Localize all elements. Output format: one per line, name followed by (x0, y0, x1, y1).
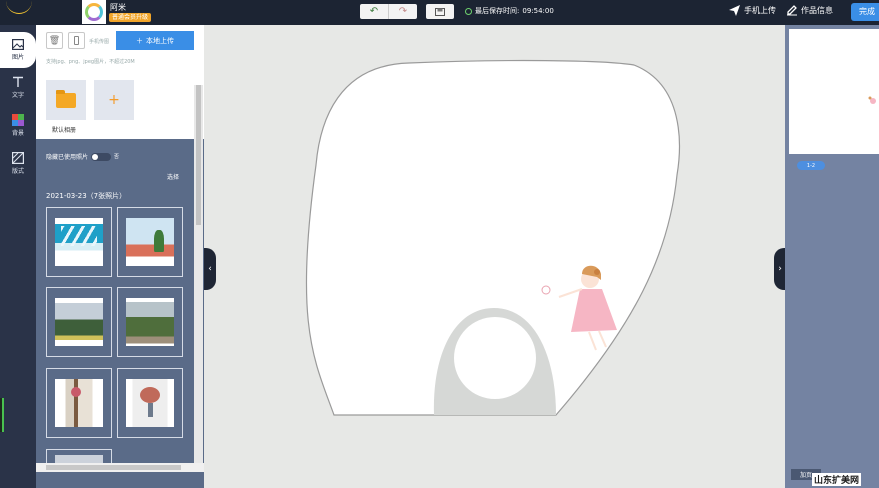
clock-icon (465, 7, 472, 15)
photo-image (126, 298, 174, 346)
vip-badge[interactable]: 普通会员升级 (109, 13, 152, 22)
work-info-button[interactable]: 作品信息 (786, 4, 833, 16)
photo-panel: 🗑 手机传图 ＋本地上传 支持jpg、png、jpeg图片，不超过20M 默认相… (36, 25, 204, 488)
hide-used-toggle[interactable] (91, 152, 112, 161)
default-folder[interactable] (46, 80, 86, 120)
toggle-state-label: 否 (114, 154, 120, 160)
autosave-time: 09:54:00 (522, 7, 554, 15)
watermark: 山东扩美网 (812, 473, 862, 486)
page-badge: 1-2 (797, 161, 825, 170)
work-info-label: 作品信息 (801, 5, 833, 15)
avatar[interactable] (82, 0, 106, 24)
image-icon (12, 38, 24, 50)
layout-icon (12, 152, 24, 164)
pages-panel: 1-2 加页 (785, 25, 879, 488)
redo-icon: ↷ (398, 6, 408, 17)
local-upload-label: 本地上传 (146, 36, 174, 45)
hide-used-row: 隐藏已使用照片 否 (46, 152, 119, 161)
photo-thumb[interactable] (46, 368, 112, 438)
panel-scroll-thumb[interactable] (196, 85, 201, 225)
photo-image (55, 379, 103, 427)
photo-thumb[interactable] (117, 368, 183, 438)
chevron-right-icon: › (778, 264, 782, 274)
tool-image-label: 图片 (11, 54, 24, 61)
palette-icon (12, 114, 24, 126)
top-bar: 阿米 普通会员升级 ↶ ↷ 最后保存时间: 09:54:00 手机上传 作品信息… (0, 0, 879, 25)
status-indicator (0, 398, 4, 432)
fan-design[interactable] (204, 25, 785, 488)
photo-image (126, 379, 174, 427)
photo-thumb[interactable] (117, 207, 183, 277)
paper-plane-icon (729, 5, 740, 16)
folder-icon (56, 89, 76, 108)
undo-icon: ↶ (369, 6, 379, 17)
add-folder-button[interactable]: + (94, 80, 134, 120)
delete-button[interactable]: 🗑 (46, 32, 63, 49)
tool-text-label: 文字 (11, 92, 24, 99)
plus-icon: ＋ (136, 36, 143, 45)
save-button[interactable] (426, 4, 454, 19)
photo-image (55, 298, 103, 346)
tool-layout-label: 版式 (11, 168, 24, 175)
photo-image (55, 455, 103, 463)
default-folder-label: 默认相册 (52, 127, 77, 134)
photo-image (126, 218, 174, 266)
autosave-status: 最后保存时间: 09:54:00 (465, 6, 554, 16)
tool-image[interactable]: 图片 (0, 32, 36, 68)
tool-text[interactable]: 文字 (0, 70, 36, 106)
user-name: 阿米 (110, 3, 126, 12)
finish-button[interactable]: 完成 (851, 3, 879, 21)
save-icon (435, 7, 445, 16)
tool-background[interactable]: 背景 (0, 108, 36, 144)
page-thumbnail-image (868, 96, 876, 104)
local-upload-button[interactable]: ＋本地上传 (116, 31, 194, 50)
undo-button[interactable]: ↶ (360, 4, 389, 19)
editor-app: { "user": {"name": "阿米", "vip_badge": "普… (0, 0, 879, 488)
tool-layout[interactable]: 版式 (0, 146, 36, 182)
collapse-left-button[interactable]: ‹ (204, 248, 216, 290)
panel-hscroll-thumb[interactable] (46, 465, 181, 470)
upload-area: 🗑 手机传图 ＋本地上传 支持jpg、png、jpeg图片，不超过20M 默认相… (36, 25, 204, 139)
chevron-left-icon: ‹ (208, 264, 212, 274)
photo-image (55, 218, 103, 266)
phone-transfer-label: 手机传图 (89, 39, 110, 45)
photo-thumb[interactable] (117, 287, 183, 357)
phone-upload-button[interactable]: 手机上传 (728, 4, 776, 17)
trash-icon: 🗑 (48, 35, 61, 46)
phone-transfer-button[interactable] (68, 32, 85, 49)
photo-thumb[interactable] (46, 449, 112, 463)
date-group-label: 2021-03-23（7张照片） (46, 192, 127, 200)
autosave-label: 最后保存时间: (475, 7, 520, 15)
text-icon (12, 76, 24, 88)
page-thumbnail[interactable] (789, 29, 879, 154)
edit-icon (787, 5, 797, 16)
phone-icon (74, 36, 79, 45)
select-link[interactable]: 选择 (167, 172, 179, 181)
undo-redo-group: ↶ ↷ (360, 4, 417, 19)
tool-background-label: 背景 (11, 130, 24, 137)
photo-thumb[interactable] (46, 207, 112, 277)
redo-button[interactable]: ↷ (389, 4, 417, 19)
support-text: 支持jpg、png、jpeg图片，不超过20M (46, 59, 135, 65)
photo-thumb[interactable] (46, 287, 112, 357)
phone-upload-label: 手机上传 (744, 6, 776, 15)
hide-used-label: 隐藏已使用照片 (46, 154, 89, 161)
panel-hscrollbar[interactable] (36, 463, 204, 472)
tool-sidebar: 图片 文字 背景 版式 (0, 25, 36, 488)
logo (6, 0, 32, 14)
